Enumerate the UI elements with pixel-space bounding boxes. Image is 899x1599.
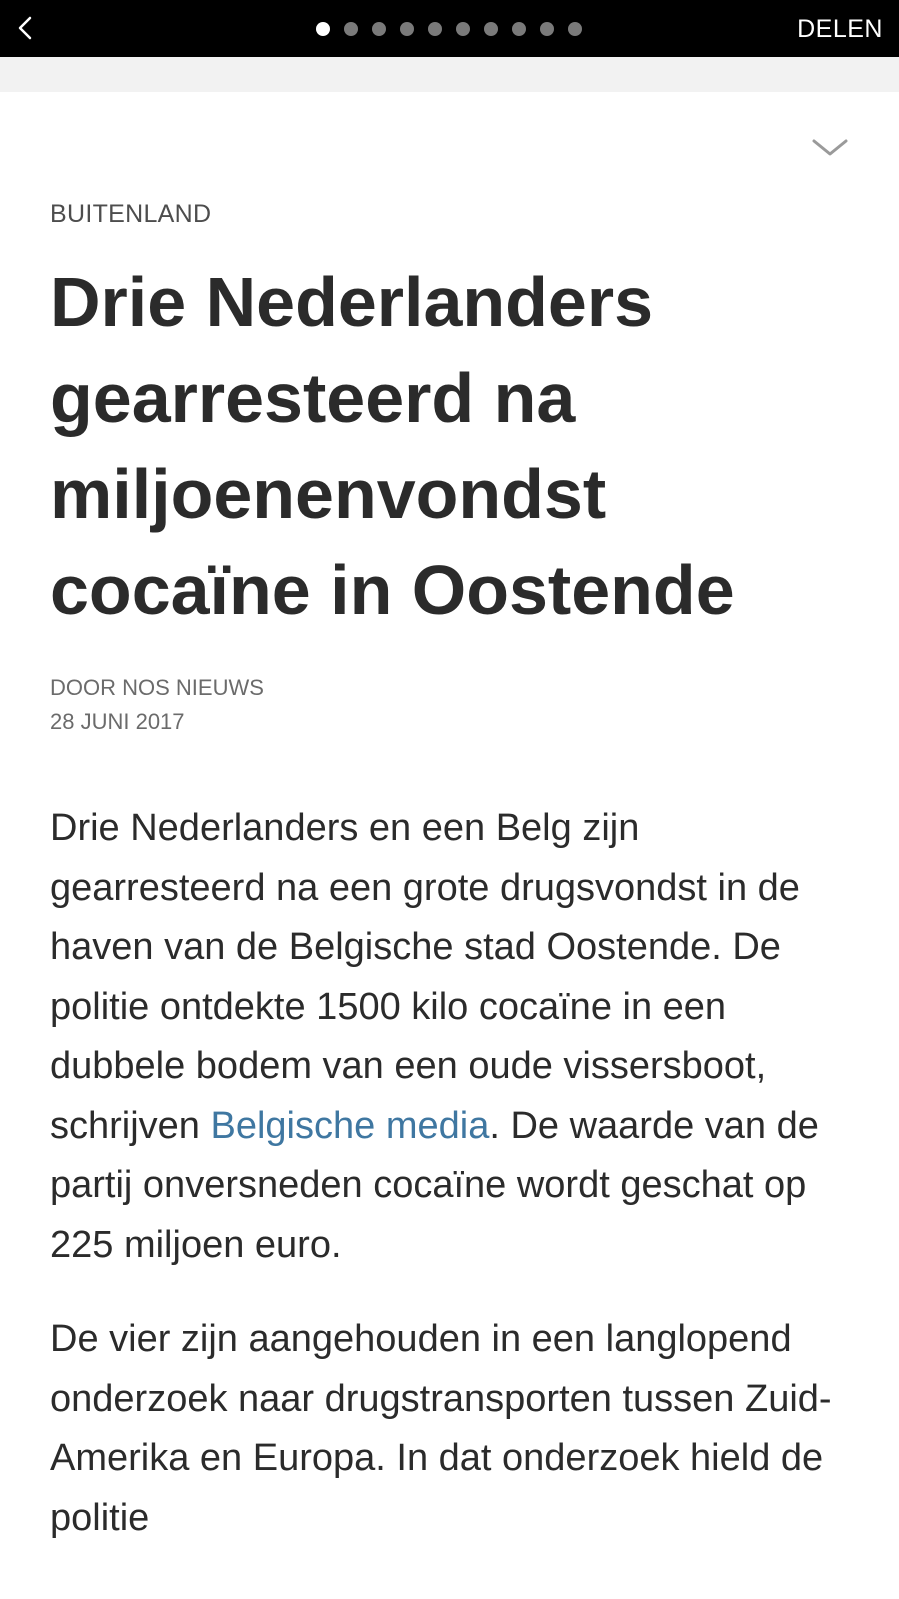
- article-title: Drie Nederlanders gearresteerd na miljoe…: [50, 263, 735, 629]
- article-body: Drie Nederlanders en een Belg zijn gearr…: [50, 799, 860, 1583]
- paragraph: Drie Nederlanders en een Belg zijn gearr…: [50, 799, 860, 1275]
- page-dot[interactable]: [568, 22, 582, 36]
- page-dot[interactable]: [372, 22, 386, 36]
- page-dot[interactable]: [316, 22, 330, 36]
- article-category: BUITENLAND: [50, 200, 212, 228]
- paragraph: De vier zijn aangehouden in een langlope…: [50, 1318, 832, 1539]
- belgische-media-link[interactable]: Belgische media: [211, 1105, 490, 1147]
- top-bar: DELEN: [0, 0, 899, 57]
- page-dot[interactable]: [540, 22, 554, 36]
- page-dot[interactable]: [428, 22, 442, 36]
- chevron-down-icon: [812, 139, 848, 156]
- page-indicator: [316, 22, 582, 36]
- header-spacer: [0, 57, 899, 92]
- page-dot[interactable]: [400, 22, 414, 36]
- collapse-button[interactable]: [810, 134, 850, 160]
- byline-author: DOOR NOS NIEUWS: [50, 675, 264, 700]
- back-button[interactable]: [8, 10, 44, 46]
- paragraph-text: Drie Nederlanders en een Belg zijn gearr…: [50, 807, 800, 1147]
- chevron-left-icon: [18, 16, 32, 40]
- byline-date: 28 JUNI 2017: [50, 709, 185, 734]
- article-byline: DOOR NOS NIEUWS 28 JUNI 2017: [50, 671, 264, 739]
- page-dot[interactable]: [484, 22, 498, 36]
- share-button[interactable]: DELEN: [797, 15, 883, 44]
- page-dot[interactable]: [512, 22, 526, 36]
- page-dot[interactable]: [344, 22, 358, 36]
- page-dot[interactable]: [456, 22, 470, 36]
